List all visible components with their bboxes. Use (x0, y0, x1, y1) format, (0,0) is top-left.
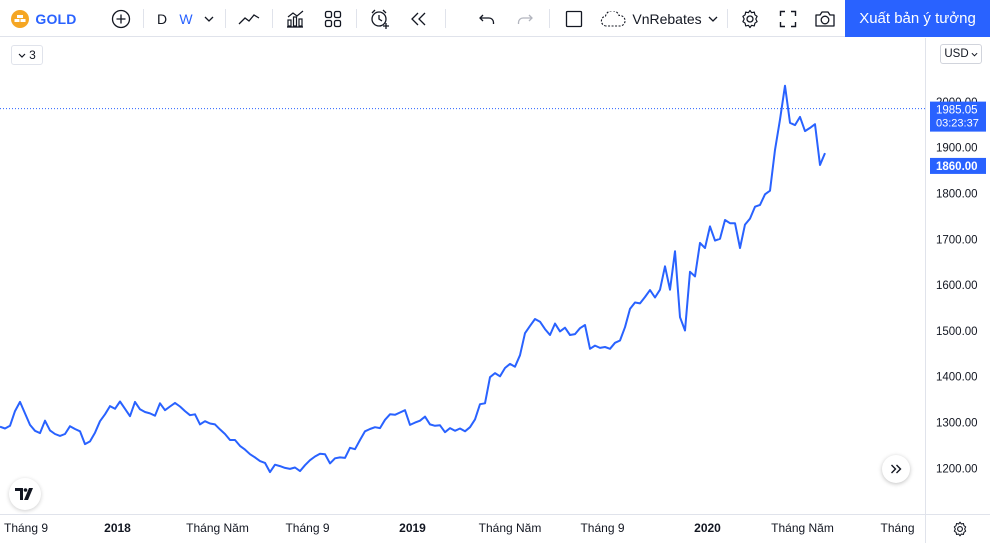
scroll-to-realtime-button[interactable] (882, 455, 910, 483)
y-tick-label: 1400.00 (936, 372, 978, 384)
x-tick-label: Tháng 9 (580, 521, 624, 535)
toolbar-divider (727, 9, 728, 28)
chevron-down-icon (708, 16, 718, 22)
toolbar-divider (225, 9, 226, 28)
bar-countdown: 03:23:37 (936, 118, 979, 130)
gear-icon (953, 521, 967, 537)
toolbar-divider (549, 9, 550, 28)
fullscreen-layout-button[interactable] (561, 0, 587, 37)
x-tick-label: Tháng 9 (285, 521, 329, 535)
replay-button[interactable] (406, 0, 432, 37)
y-tick-label: 1200.00 (936, 463, 978, 475)
y-tick-label: 1700.00 (936, 234, 978, 246)
indicators-button[interactable] (281, 0, 309, 37)
gear-icon (742, 9, 758, 28)
chevron-down-icon (18, 53, 26, 58)
rewind-icon (411, 12, 426, 25)
fullscreen-button[interactable] (774, 0, 802, 37)
crosshair-price-label: 1985.0503:23:37 (930, 101, 986, 132)
compare-button[interactable] (108, 0, 134, 37)
undo-icon (479, 14, 495, 24)
add-circle-icon (111, 9, 131, 28)
interval-w-button[interactable]: W (176, 0, 196, 37)
x-tick-label: Tháng Năm (771, 521, 834, 535)
cloud-icon (601, 10, 626, 27)
interval-w-label: W (179, 10, 193, 27)
save-layout-button[interactable]: VnRebates (597, 0, 721, 37)
top-toolbar: GOLD D W VnRebates Xuất bản ý tưởng (0, 0, 990, 37)
tradingview-logo-icon (15, 488, 33, 500)
toolbar-divider (445, 9, 446, 28)
y-tick-label: 1800.00 (936, 188, 978, 200)
scale-settings-button[interactable] (950, 519, 970, 539)
currency-selector[interactable]: USD (940, 44, 982, 64)
square-icon (565, 10, 583, 27)
interval-d-button[interactable]: D (152, 0, 172, 37)
currency-label: USD (944, 48, 969, 60)
redo-button[interactable] (512, 0, 538, 37)
toolbar-divider (272, 9, 273, 28)
interval-dropdown[interactable] (200, 0, 218, 37)
x-tick-label: 2019 (399, 521, 426, 535)
grid-layout-icon (324, 10, 342, 27)
symbol-search-button[interactable]: GOLD (8, 0, 80, 37)
x-tick-label: Tháng Năm (186, 521, 249, 535)
settings-button[interactable] (736, 0, 764, 37)
legend-count: 3 (29, 48, 36, 62)
toolbar-divider (143, 9, 144, 28)
alarm-clock-icon (371, 9, 389, 29)
y-tick-label: 1500.00 (936, 326, 978, 338)
y-tick-label: 1900.00 (936, 143, 978, 155)
price-series-line (0, 84, 826, 474)
interval-d-label: D (156, 10, 168, 27)
publish-idea-button[interactable]: Xuất bản ý tưởng (845, 0, 990, 37)
indicators-icon (287, 10, 304, 28)
symbol-name: GOLD (35, 10, 77, 27)
last-price-value: 1860.00 (936, 161, 978, 173)
redo-icon (517, 14, 533, 24)
undo-button[interactable] (474, 0, 500, 37)
toolbar-divider (356, 9, 357, 28)
crosshair-price-value: 1985.05 (936, 105, 978, 117)
y-tick-label: 1600.00 (936, 280, 978, 292)
x-tick-label: Tháng 9 (4, 521, 48, 535)
chevron-down-icon (971, 52, 978, 57)
chart-type-button[interactable] (234, 0, 264, 37)
fullscreen-icon (779, 10, 797, 27)
x-tick-label: 2018 (104, 521, 131, 535)
last-price-label: 1860.00 (930, 157, 986, 174)
chevron-down-icon (204, 16, 214, 22)
price-chart[interactable]: 1200.00 1300.00 1400.00 1500.00 1600.00 1700.… (0, 38, 990, 543)
x-tick-label: 2020 (694, 521, 721, 535)
camera-icon (815, 10, 835, 27)
layout-button[interactable] (320, 0, 346, 37)
tradingview-logo[interactable] (9, 478, 41, 510)
alert-button[interactable] (366, 0, 394, 37)
legend-toggle[interactable]: 3 (11, 45, 43, 65)
y-tick-label: 1300.00 (936, 418, 978, 430)
x-tick-label: Tháng (880, 521, 914, 535)
layout-name: VnRebates (632, 10, 702, 27)
screenshot-button[interactable] (811, 0, 839, 37)
gold-symbol-icon (11, 9, 30, 28)
line-chart-icon (238, 13, 260, 24)
x-tick-label: Tháng Năm (479, 521, 542, 535)
double-chevron-right-icon (891, 464, 902, 474)
